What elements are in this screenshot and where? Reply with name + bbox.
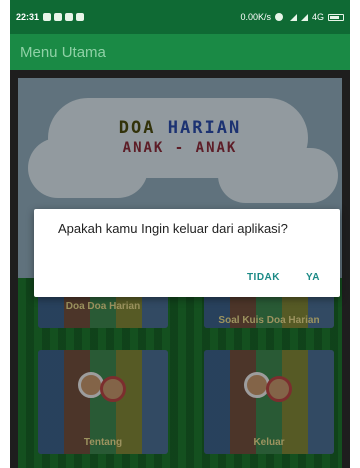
battery-icon — [328, 13, 344, 21]
network-type: 4G — [311, 12, 324, 22]
location-icon — [65, 13, 74, 21]
no-button[interactable]: TIDAK — [247, 272, 280, 283]
network-speed: 0.00K/s — [240, 12, 271, 22]
status-bar: 22:31 0.00K/s 4G — [10, 0, 350, 34]
dialog-message: Apakah kamu Ingin keluar dari aplikasi? — [58, 221, 288, 236]
app-icon — [76, 13, 85, 21]
yes-button[interactable]: YA — [306, 272, 320, 283]
status-right: 0.00K/s 4G — [240, 12, 344, 22]
status-time: 22:31 — [16, 12, 40, 22]
notification-icon — [43, 13, 52, 21]
dialog-actions: TIDAK YA — [247, 272, 320, 283]
message-icon — [54, 13, 63, 21]
alarm-icon — [274, 13, 283, 21]
signal-icon — [289, 13, 297, 21]
app-bar: Menu Utama — [10, 34, 350, 70]
page-title: Menu Utama — [20, 43, 106, 61]
exit-confirm-dialog: Apakah kamu Ingin keluar dari aplikasi? … — [34, 209, 340, 297]
signal-icon-2 — [300, 13, 308, 21]
phone-screen: 22:31 0.00K/s 4G Menu Utama DOA HARIAN A… — [10, 0, 350, 468]
